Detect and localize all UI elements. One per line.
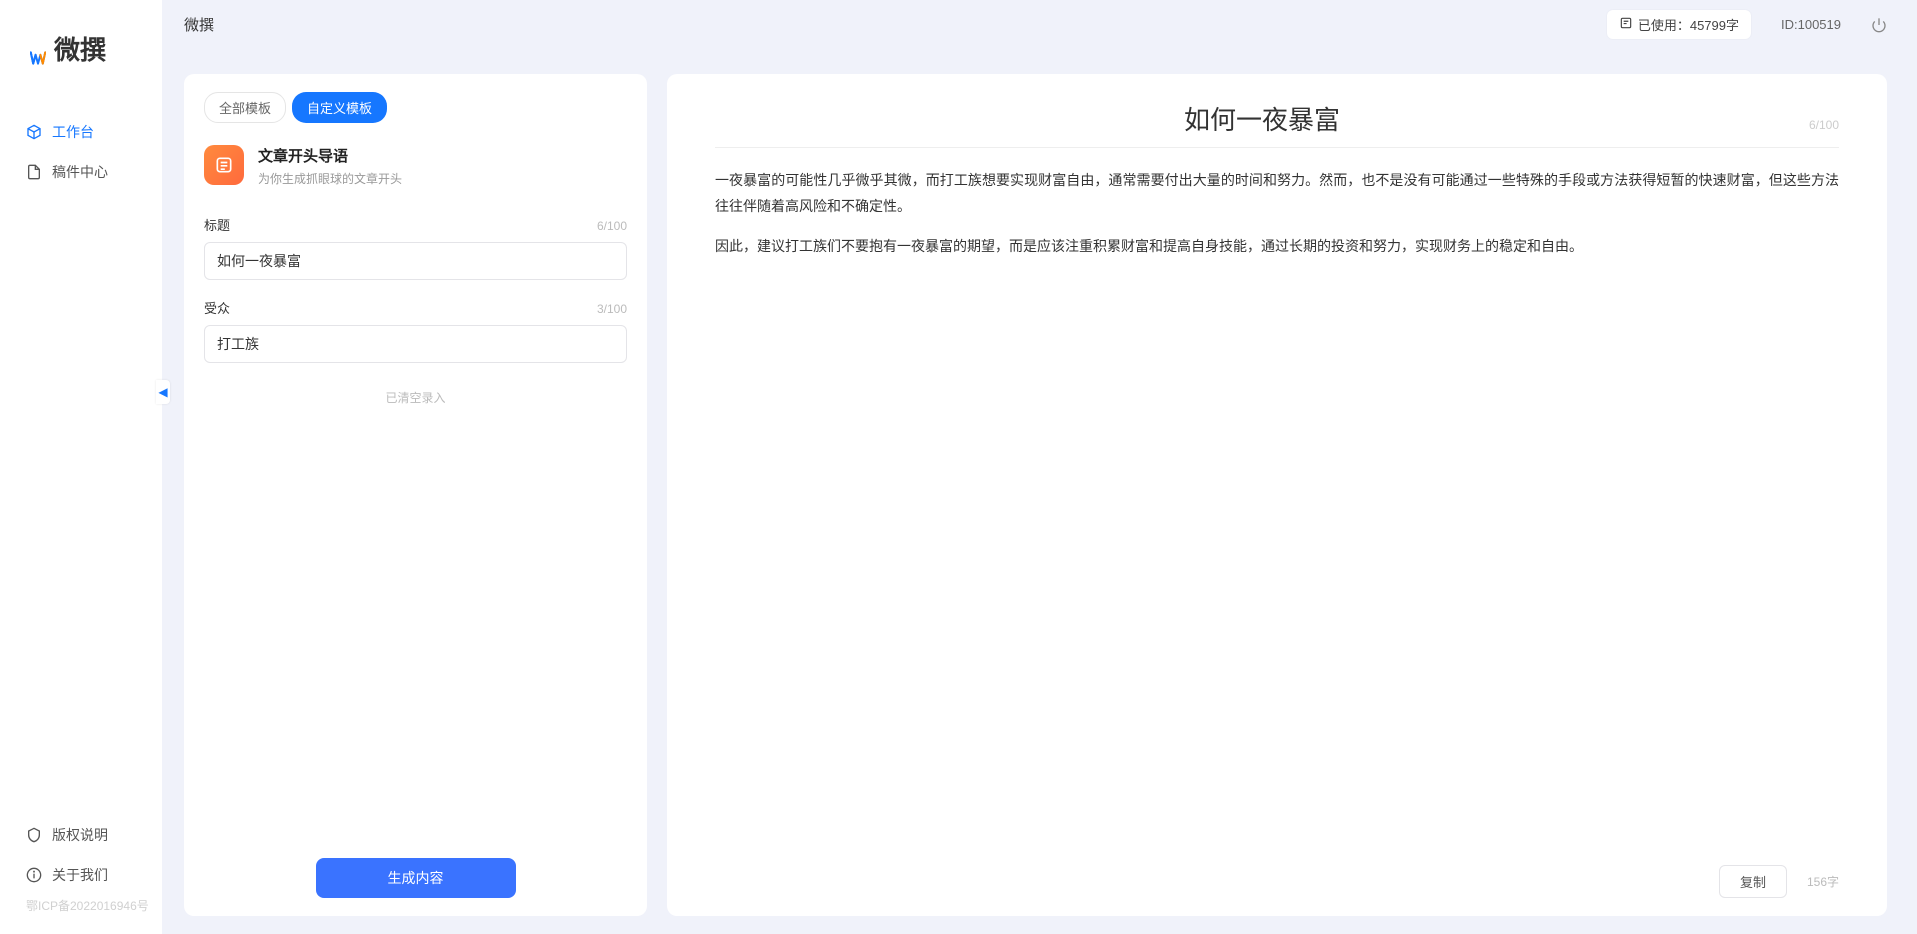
icp-text: 鄂ICP备2022016946号 (0, 895, 162, 922)
clear-hint[interactable]: 已清空录入 (204, 389, 627, 406)
usage-badge[interactable]: 已使用：45799字 (1607, 10, 1751, 39)
field-title-label: 标题 (204, 215, 230, 234)
sidebar-item-label: 版权说明 (52, 825, 108, 845)
tab-label: 全部模板 (219, 101, 271, 116)
result-footer: 复制 156字 (715, 855, 1839, 898)
title-input[interactable] (204, 242, 627, 280)
result-char-count: 156字 (1807, 873, 1839, 890)
result-paragraph: 因此，建议打工族们不要抱有一夜暴富的期望，而是应该注重积累财富和提高自身技能，通… (715, 234, 1839, 260)
tab-custom-template[interactable]: 自定义模板 (292, 92, 387, 123)
template-meta: 文章开头导语 为你生成抓眼球的文章开头 (258, 145, 402, 187)
sidebar-item-label: 工作台 (52, 122, 94, 142)
field-title-count: 6/100 (597, 219, 627, 233)
sidebar-item-label: 稿件中心 (52, 162, 108, 182)
template-description: 为你生成抓眼球的文章开头 (258, 170, 402, 187)
cube-icon (26, 124, 42, 140)
audience-input[interactable] (204, 325, 627, 363)
info-icon (26, 867, 42, 883)
sidebar-item-label: 关于我们 (52, 865, 108, 885)
app-title: 微撰 (184, 14, 214, 35)
template-title: 文章开头导语 (258, 145, 402, 166)
sidebar-item-about[interactable]: 关于我们 (0, 855, 162, 895)
result-title-row: 如何一夜暴富 6/100 (715, 100, 1839, 147)
sidebar-bottom: 版权说明 关于我们 鄂ICP备2022016946号 (0, 815, 162, 934)
content-row: 全部模板 自定义模板 文章开头导语 为你生成抓眼球的文章开头 标题 6/1 (162, 48, 1917, 934)
shield-icon (26, 827, 42, 843)
brand-logo: 微撰 (0, 0, 162, 92)
sidebar-nav: 工作台 稿件中心 (0, 92, 162, 192)
input-panel: 全部模板 自定义模板 文章开头导语 为你生成抓眼球的文章开头 标题 6/1 (184, 74, 647, 916)
document-icon (26, 164, 42, 180)
text-icon (1619, 16, 1633, 33)
sidebar-collapse-button[interactable]: ◀ (156, 380, 170, 404)
title-divider (715, 147, 1839, 148)
template-tabs: 全部模板 自定义模板 (204, 92, 627, 123)
field-audience: 受众 3/100 (204, 298, 627, 363)
result-body: 一夜暴富的可能性几乎微乎其微，而打工族想要实现财富自由，通常需要付出大量的时间和… (715, 168, 1839, 855)
sidebar: 微撰 工作台 稿件中心 版权说明 关于我们 鄂ICP (0, 0, 162, 934)
sidebar-item-workspace[interactable]: 工作台 (0, 112, 162, 152)
result-title: 如何一夜暴富 (715, 100, 1809, 147)
copy-button-label: 复制 (1740, 875, 1766, 890)
chevron-left-icon: ◀ (158, 385, 167, 399)
sidebar-item-drafts[interactable]: 稿件中心 (0, 152, 162, 192)
result-paragraph: 一夜暴富的可能性几乎微乎其微，而打工族想要实现财富自由，通常需要付出大量的时间和… (715, 168, 1839, 220)
sidebar-item-copyright[interactable]: 版权说明 (0, 815, 162, 855)
tab-label: 自定义模板 (307, 101, 372, 116)
brand-name: 微撰 (54, 30, 106, 67)
power-button[interactable] (1871, 16, 1887, 32)
field-title: 标题 6/100 (204, 215, 627, 280)
result-panel: 如何一夜暴富 6/100 一夜暴富的可能性几乎微乎其微，而打工族想要实现财富自由… (667, 74, 1887, 916)
brand-logo-icon (30, 41, 46, 57)
usage-text: 已使用：45799字 (1638, 15, 1739, 34)
power-icon (1871, 16, 1887, 32)
topbar: 微撰 已使用：45799字 ID:100519 (162, 0, 1917, 48)
template-header: 文章开头导语 为你生成抓眼球的文章开头 (204, 145, 627, 187)
template-icon (204, 145, 244, 185)
user-id: ID:100519 (1781, 17, 1841, 32)
generate-button[interactable]: 生成内容 (316, 858, 516, 898)
topbar-right: 已使用：45799字 ID:100519 (1607, 10, 1887, 39)
tab-all-templates[interactable]: 全部模板 (204, 92, 286, 123)
field-audience-count: 3/100 (597, 302, 627, 316)
copy-button[interactable]: 复制 (1719, 865, 1787, 898)
field-audience-label: 受众 (204, 298, 230, 317)
main-area: 微撰 已使用：45799字 ID:100519 全部模板 (162, 0, 1917, 934)
generate-button-label: 生成内容 (388, 870, 444, 886)
result-title-count: 6/100 (1809, 118, 1839, 132)
